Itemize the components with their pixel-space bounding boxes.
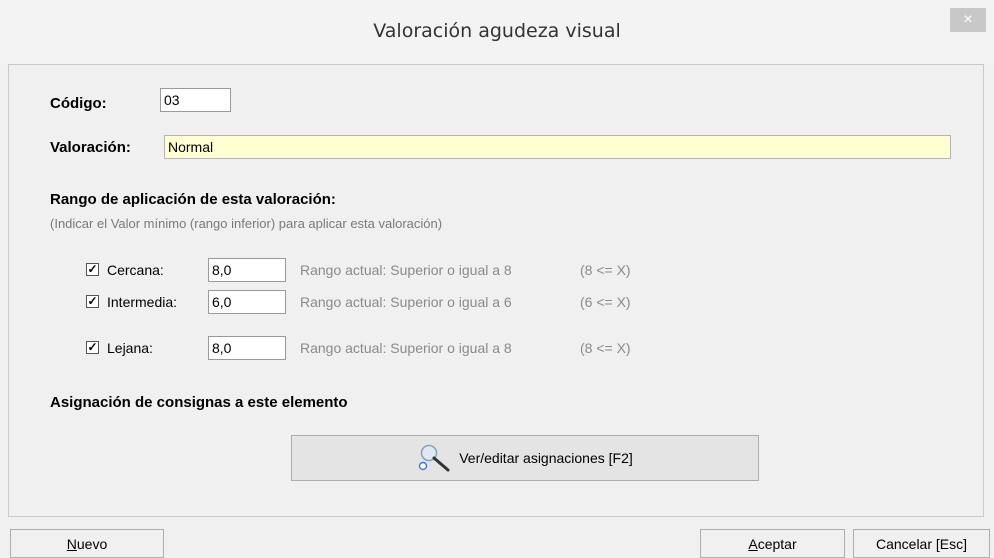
lejana-label: Lejana: — [107, 340, 153, 356]
intermedia-label: Intermedia: — [107, 294, 178, 310]
cercana-range-expr: (8 <= X) — [580, 262, 631, 278]
rango-hint: (Indicar el Valor mínimo (rango inferior… — [50, 216, 443, 231]
intermedia-range-text: Rango actual: Superior o igual a 6 — [300, 294, 512, 310]
aceptar-label: ceptar — [757, 535, 797, 552]
codigo-field[interactable]: 03 — [160, 88, 231, 112]
ver-editar-asignaciones-button[interactable]: Ver/editar asignaciones [F2] — [291, 435, 759, 481]
nuevo-accesskey: N — [66, 535, 77, 552]
nuevo-button[interactable]: Nuevo — [10, 529, 164, 558]
valoracion-label: Valoración: — [50, 139, 131, 156]
asignacion-heading: Asignación de consignas a este elemento — [50, 394, 348, 411]
rango-heading: Rango de aplicación de esta valoración: — [50, 191, 336, 208]
lejana-range-text: Rango actual: Superior o igual a 8 — [300, 340, 512, 356]
magnifier-icon — [419, 444, 450, 472]
cancelar-label: Cancelar [Esc] — [875, 535, 968, 552]
intermedia-field[interactable]: 6,0 — [208, 290, 286, 314]
lejana-range-expr: (8 <= X) — [580, 340, 631, 356]
nuevo-label: uevo — [76, 535, 108, 552]
cercana-label: Cercana: — [107, 262, 164, 278]
aceptar-accesskey: A — [748, 535, 758, 552]
ver-editar-asignaciones-label: Ver/editar asignaciones [F2] — [459, 450, 633, 466]
intermedia-range-expr: (6 <= X) — [580, 294, 631, 310]
window-title: Valoración agudeza visual — [373, 20, 621, 42]
cercana-checkbox[interactable]: ✓ — [86, 263, 99, 276]
cancelar-button[interactable]: Cancelar [Esc] — [853, 529, 990, 558]
aceptar-button[interactable]: Aceptar — [700, 529, 845, 558]
cercana-range-text: Rango actual: Superior o igual a 8 — [300, 262, 512, 278]
close-button[interactable]: × — [950, 8, 986, 32]
close-icon: × — [963, 11, 973, 28]
cercana-field[interactable]: 8,0 — [208, 258, 286, 282]
codigo-label: Código: — [50, 95, 107, 112]
lejana-field[interactable]: 8,0 — [208, 336, 286, 360]
title-bar: Valoración agudeza visual × — [0, 0, 994, 64]
valoracion-field[interactable]: Normal — [164, 135, 951, 159]
lejana-checkbox[interactable]: ✓ — [86, 341, 99, 354]
intermedia-checkbox[interactable]: ✓ — [86, 295, 99, 308]
